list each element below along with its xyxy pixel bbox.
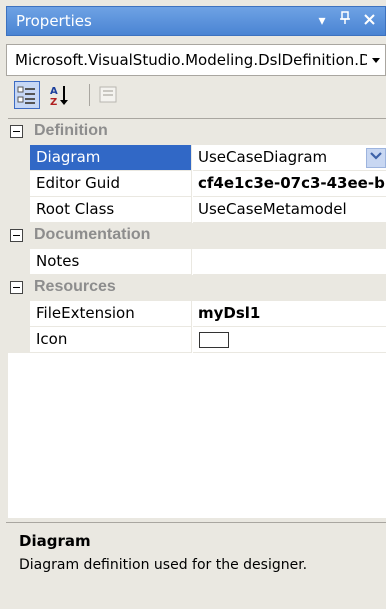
property-value-text: UseCaseDiagram: [198, 148, 328, 166]
row-gutter: [8, 145, 30, 171]
collapse-icon[interactable]: [10, 229, 23, 242]
property-value-root-class[interactable]: UseCaseMetamodel: [193, 197, 386, 223]
property-name[interactable]: FileExtension: [30, 301, 192, 327]
property-row-diagram[interactable]: Diagram UseCaseDiagram: [8, 145, 386, 171]
description-text: Diagram definition used for the designer…: [19, 557, 308, 573]
row-gutter: [8, 171, 30, 197]
property-pages-button[interactable]: [95, 81, 121, 109]
row-gutter: [8, 301, 30, 327]
category-resources[interactable]: Resources: [8, 275, 386, 301]
description-title: Diagram: [19, 532, 91, 550]
property-value-notes[interactable]: [193, 249, 386, 275]
chevron-down-icon[interactable]: [371, 50, 381, 73]
category-definition[interactable]: Definition: [8, 119, 386, 145]
property-name[interactable]: Notes: [30, 249, 192, 275]
row-gutter: [8, 197, 30, 223]
property-name[interactable]: Diagram: [30, 145, 192, 171]
svg-text:Z: Z: [50, 97, 57, 108]
property-value-editor-guid[interactable]: cf4e1c3e-07c3-43ee-b: [193, 171, 386, 197]
icon-preview-box[interactable]: [199, 332, 229, 348]
properties-title-bar[interactable]: Properties ▾: [6, 6, 386, 36]
property-row-file-extension[interactable]: FileExtension myDsl1: [8, 301, 386, 327]
auto-hide-pin-icon[interactable]: [335, 11, 355, 31]
row-gutter: [8, 249, 30, 275]
alphabetical-icon: A Z: [50, 86, 68, 108]
object-selector-dropdown[interactable]: Microsoft.VisualStudio.Modeling.DslDefin…: [6, 44, 386, 76]
property-row-editor-guid[interactable]: Editor Guid cf4e1c3e-07c3-43ee-b: [8, 171, 386, 197]
chevron-down-icon[interactable]: [366, 148, 386, 168]
category-documentation[interactable]: Documentation: [8, 223, 386, 249]
property-name[interactable]: Editor Guid: [30, 171, 192, 197]
object-selector-value: Microsoft.VisualStudio.Modeling.DslDefin…: [15, 51, 367, 69]
description-pane: Diagram Diagram definition used for the …: [6, 522, 386, 609]
property-grid[interactable]: Definition Diagram UseCaseDiagram Editor…: [8, 118, 386, 518]
category-label: Resources: [34, 278, 116, 295]
toolbar-separator: [89, 84, 90, 106]
window-position-dropdown-icon[interactable]: ▾: [312, 11, 332, 31]
alphabetical-button[interactable]: A Z: [46, 81, 72, 109]
property-pages-icon: [99, 86, 117, 103]
property-name[interactable]: Icon: [30, 327, 192, 353]
categorized-button[interactable]: [14, 81, 40, 109]
property-value-icon[interactable]: [193, 327, 386, 353]
window-title: Properties: [16, 12, 92, 30]
property-name[interactable]: Root Class: [30, 197, 192, 223]
property-row-notes[interactable]: Notes: [8, 249, 386, 275]
categorized-icon: [17, 86, 35, 104]
collapse-icon[interactable]: [10, 281, 23, 294]
property-row-root-class[interactable]: Root Class UseCaseMetamodel: [8, 197, 386, 223]
row-gutter: [8, 327, 30, 353]
svg-text:A: A: [50, 86, 58, 97]
property-value-file-extension[interactable]: myDsl1: [193, 301, 386, 327]
property-row-icon[interactable]: Icon: [8, 327, 386, 353]
properties-toolbar: A Z: [6, 78, 386, 114]
property-value-diagram[interactable]: UseCaseDiagram: [193, 145, 386, 171]
collapse-icon[interactable]: [10, 125, 23, 138]
category-label: Definition: [34, 122, 108, 139]
category-label: Documentation: [34, 226, 151, 243]
close-icon[interactable]: [359, 11, 379, 31]
